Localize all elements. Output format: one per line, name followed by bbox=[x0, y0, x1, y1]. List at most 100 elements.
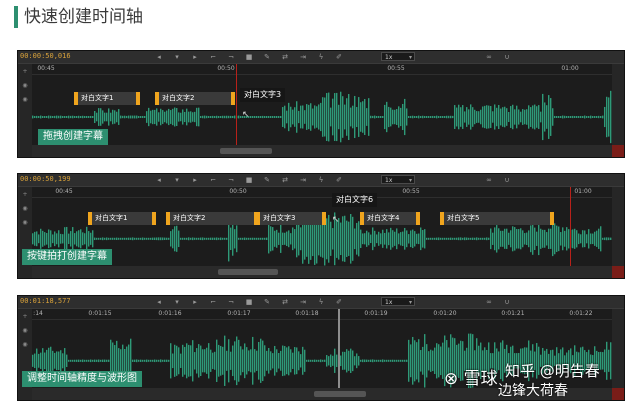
link-icon[interactable]: ∞ bbox=[484, 297, 494, 307]
scroll-thumb[interactable] bbox=[314, 391, 366, 397]
playhead[interactable] bbox=[236, 64, 237, 145]
subtitle-handle-right[interactable] bbox=[152, 212, 156, 225]
subtitle-block[interactable]: 对白文字5 bbox=[440, 212, 554, 225]
horizontal-scrollbar[interactable] bbox=[32, 266, 612, 278]
flag-in-icon[interactable]: ⌐ bbox=[208, 297, 218, 307]
chevron-down-icon: ▾ bbox=[408, 299, 412, 306]
subtitle-block[interactable]: 对白文字1 bbox=[74, 92, 140, 105]
edit-icon[interactable]: ✐ bbox=[334, 175, 344, 185]
flag-out-icon[interactable]: ¬ bbox=[226, 297, 236, 307]
add-track-icon[interactable]: + bbox=[21, 191, 29, 199]
subtitle-handle-right[interactable] bbox=[550, 212, 554, 225]
edit-icon[interactable]: ✐ bbox=[334, 52, 344, 62]
resize-corner[interactable] bbox=[612, 388, 624, 400]
timeline-area[interactable]: 00:45 00:50 00:55 01:00 对白文字1 对白文字2 对白文字… bbox=[32, 64, 612, 145]
funnel-icon[interactable]: ▾ bbox=[172, 175, 182, 185]
subtitle-handle-left[interactable] bbox=[166, 212, 170, 225]
next-marker-icon[interactable]: ▸ bbox=[190, 52, 200, 62]
horizontal-scrollbar[interactable] bbox=[32, 145, 612, 157]
flag-out-icon[interactable]: ¬ bbox=[226, 52, 236, 62]
subtitle-handle-left[interactable] bbox=[74, 92, 78, 105]
subtitle-handle-right[interactable] bbox=[416, 212, 420, 225]
vertical-scrollbar[interactable] bbox=[612, 309, 624, 388]
zoom-value: 1x bbox=[385, 177, 393, 184]
subtitle-handle-left[interactable] bbox=[440, 212, 444, 225]
caption-label: 调整时间轴精度与波形图 bbox=[22, 371, 142, 387]
scroll-thumb[interactable] bbox=[220, 148, 272, 154]
skip-icon[interactable]: ⇥ bbox=[298, 175, 308, 185]
pencil-icon[interactable]: ✎ bbox=[262, 297, 272, 307]
magnet-icon[interactable]: ∪ bbox=[502, 297, 512, 307]
flag-in-icon[interactable]: ⌐ bbox=[208, 175, 218, 185]
skip-icon[interactable]: ⇥ bbox=[298, 297, 308, 307]
subtitle-block[interactable]: 对白文字4 bbox=[360, 212, 420, 225]
vertical-scrollbar[interactable] bbox=[612, 64, 624, 145]
subtitle-handle-left[interactable] bbox=[360, 212, 364, 225]
time-ruler[interactable]: 00:45 00:50 00:55 01:00 bbox=[32, 187, 612, 198]
next-marker-icon[interactable]: ▸ bbox=[190, 175, 200, 185]
funnel-icon[interactable]: ▾ bbox=[172, 297, 182, 307]
eye-icon[interactable]: ◉ bbox=[21, 205, 29, 213]
edit-icon[interactable]: ✐ bbox=[334, 297, 344, 307]
timeline-toolbar: 00:01:18,577 ◂▾▸⌐¬■✎⇄⇥ϟ✐✂∞∪ 1x▾ bbox=[18, 296, 624, 309]
add-track-icon[interactable]: + bbox=[21, 313, 29, 321]
eye-icon[interactable]: ◉ bbox=[21, 327, 29, 335]
waveform[interactable] bbox=[32, 75, 612, 145]
resize-corner[interactable] bbox=[612, 145, 624, 157]
eye-icon[interactable]: ◉ bbox=[21, 341, 29, 349]
timeline-area[interactable]: 00:45 00:50 00:55 01:00 对白文字1 对白文字2 对白文字… bbox=[32, 187, 612, 266]
prev-marker-icon[interactable]: ◂ bbox=[154, 175, 164, 185]
magnet-icon[interactable]: ∪ bbox=[502, 52, 512, 62]
skip-icon[interactable]: ⇥ bbox=[298, 52, 308, 62]
flag-in-icon[interactable]: ⌐ bbox=[208, 52, 218, 62]
waveform[interactable] bbox=[32, 198, 612, 266]
tick-label: 00:45 bbox=[55, 188, 73, 195]
subtitle-text: 对白文字4 bbox=[367, 214, 400, 222]
subtitle-handle-left[interactable] bbox=[88, 212, 92, 225]
link-icon[interactable]: ∞ bbox=[484, 175, 494, 185]
bolt-icon[interactable]: ϟ bbox=[316, 175, 326, 185]
subtitle-handle-right[interactable] bbox=[322, 212, 326, 225]
resize-corner[interactable] bbox=[612, 266, 624, 278]
scroll-thumb[interactable] bbox=[218, 269, 278, 275]
subtitle-handle-right[interactable] bbox=[136, 92, 140, 105]
next-marker-icon[interactable]: ▸ bbox=[190, 297, 200, 307]
subtitle-handle-left[interactable] bbox=[256, 212, 260, 225]
time-ruler[interactable]: :14 0:01:15 0:01:16 0:01:17 0:01:18 0:01… bbox=[32, 309, 612, 320]
zoom-select[interactable]: 1x ▾ bbox=[381, 52, 415, 61]
zoom-select[interactable]: 1x ▾ bbox=[381, 175, 415, 184]
eye-icon[interactable]: ◉ bbox=[21, 96, 29, 104]
funnel-icon[interactable]: ▾ bbox=[172, 52, 182, 62]
bolt-icon[interactable]: ϟ bbox=[316, 52, 326, 62]
pencil-icon[interactable]: ✎ bbox=[262, 175, 272, 185]
camera-icon[interactable]: ■ bbox=[244, 52, 254, 62]
subtitle-handle-right[interactable] bbox=[231, 92, 235, 105]
subtitle-handle-left[interactable] bbox=[155, 92, 159, 105]
subtitle-block[interactable]: 对白文字2 bbox=[155, 92, 235, 105]
time-ruler[interactable]: 00:45 00:50 00:55 01:00 bbox=[32, 64, 612, 75]
tick-label: :14 bbox=[33, 310, 43, 317]
shuffle-icon[interactable]: ⇄ bbox=[280, 52, 290, 62]
add-track-icon[interactable]: + bbox=[21, 68, 29, 76]
flag-out-icon[interactable]: ¬ bbox=[226, 175, 236, 185]
link-icon[interactable]: ∞ bbox=[484, 52, 494, 62]
vertical-scrollbar[interactable] bbox=[612, 187, 624, 266]
pencil-icon[interactable]: ✎ bbox=[262, 52, 272, 62]
tick-label: 00:50 bbox=[217, 65, 235, 72]
prev-marker-icon[interactable]: ◂ bbox=[154, 52, 164, 62]
shuffle-icon[interactable]: ⇄ bbox=[280, 175, 290, 185]
camera-icon[interactable]: ■ bbox=[244, 297, 254, 307]
playhead[interactable] bbox=[570, 187, 571, 266]
subtitle-block[interactable]: 对白文字2 bbox=[166, 212, 258, 225]
camera-icon[interactable]: ■ bbox=[244, 175, 254, 185]
prev-marker-icon[interactable]: ◂ bbox=[154, 297, 164, 307]
eye-icon[interactable]: ◉ bbox=[21, 219, 29, 227]
bolt-icon[interactable]: ϟ bbox=[316, 297, 326, 307]
zoom-select[interactable]: 1x ▾ bbox=[381, 297, 415, 306]
playhead[interactable] bbox=[338, 309, 340, 388]
shuffle-icon[interactable]: ⇄ bbox=[280, 297, 290, 307]
subtitle-block[interactable]: 对白文字3 bbox=[256, 212, 326, 225]
eye-icon[interactable]: ◉ bbox=[21, 82, 29, 90]
subtitle-block[interactable]: 对白文字1 bbox=[88, 212, 156, 225]
magnet-icon[interactable]: ∪ bbox=[502, 175, 512, 185]
